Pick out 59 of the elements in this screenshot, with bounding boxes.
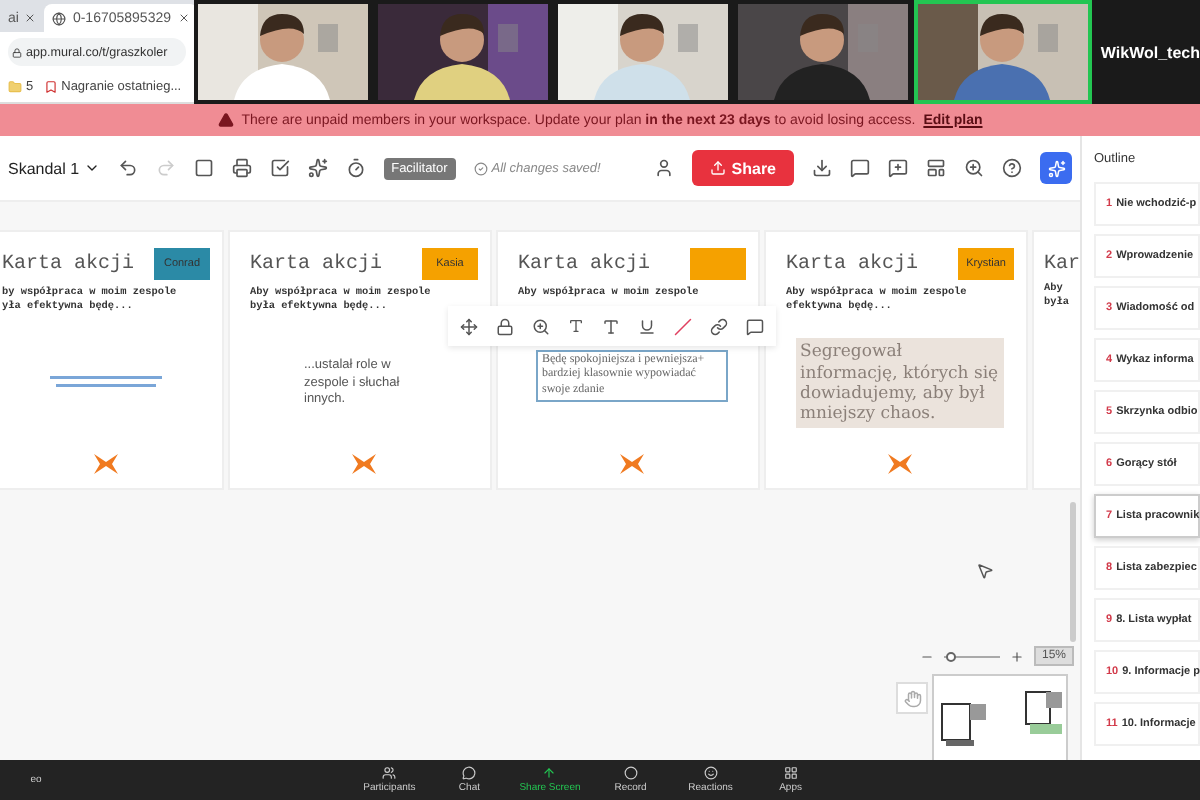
chat-icon[interactable] xyxy=(888,158,908,178)
share-screen-icon xyxy=(542,766,557,780)
zoom-in-icon[interactable] xyxy=(1010,649,1024,663)
grid-icon xyxy=(783,766,798,780)
zoom-slider[interactable] xyxy=(944,651,1000,661)
move-icon[interactable] xyxy=(460,317,478,335)
participant-name: WikWol_tech xyxy=(1098,41,1200,65)
lock-icon xyxy=(12,47,22,57)
zoom-icon[interactable] xyxy=(532,317,550,335)
comment-icon[interactable] xyxy=(850,158,870,178)
comment-icon[interactable] xyxy=(746,317,764,335)
ai-button[interactable] xyxy=(1040,152,1072,184)
download-icon[interactable] xyxy=(812,158,832,178)
text-color-icon[interactable] xyxy=(638,317,656,335)
user-icon[interactable] xyxy=(653,158,674,178)
frame-icon[interactable] xyxy=(193,158,214,178)
bookmark-icon xyxy=(43,80,58,94)
hand-icon xyxy=(903,689,921,707)
text-icon[interactable] xyxy=(602,317,620,335)
scrollbar[interactable] xyxy=(1070,502,1076,642)
logo-icon xyxy=(886,452,914,476)
logo-icon xyxy=(350,452,378,476)
fill-color-icon[interactable] xyxy=(674,317,692,335)
globe-icon xyxy=(52,11,67,25)
smiley-icon xyxy=(703,766,718,780)
sparkle-icon xyxy=(1047,159,1065,177)
record-icon xyxy=(623,766,638,780)
close-icon[interactable] xyxy=(177,12,190,24)
warning-icon xyxy=(217,112,234,128)
check-icon xyxy=(473,161,488,175)
card-title: Kar xyxy=(1044,254,1080,276)
logo-icon xyxy=(92,452,120,476)
card-title: Karta akcji xyxy=(518,254,651,276)
lock-icon[interactable] xyxy=(496,317,514,335)
font-size-icon[interactable] xyxy=(568,318,584,334)
printer-icon[interactable] xyxy=(231,158,252,178)
logo-icon xyxy=(618,452,646,476)
share-button[interactable]: Share xyxy=(691,150,794,186)
board-name-menu[interactable]: Skandal 1 xyxy=(8,159,100,177)
link-icon[interactable] xyxy=(710,317,728,335)
template-icon[interactable] xyxy=(926,158,946,178)
timer-icon[interactable] xyxy=(345,158,366,178)
chat-icon xyxy=(462,766,477,780)
undo-icon[interactable] xyxy=(117,158,138,178)
folder-icon xyxy=(8,80,22,94)
card-title: Karta akcji xyxy=(786,254,919,276)
cursor-icon xyxy=(976,562,994,580)
checkbox-icon[interactable] xyxy=(269,158,290,178)
close-icon[interactable] xyxy=(24,12,37,24)
scribble-drawing xyxy=(50,375,162,392)
slider-thumb[interactable] xyxy=(945,651,956,661)
search-icon[interactable] xyxy=(964,158,984,178)
sparkle-icon[interactable] xyxy=(307,158,328,178)
upload-icon xyxy=(709,160,726,176)
people-icon xyxy=(382,766,397,780)
help-icon[interactable] xyxy=(1002,158,1022,178)
card-title: Karta akcji xyxy=(2,254,135,276)
caret-icon xyxy=(83,160,100,176)
card-title: Karta akcji xyxy=(250,254,383,276)
